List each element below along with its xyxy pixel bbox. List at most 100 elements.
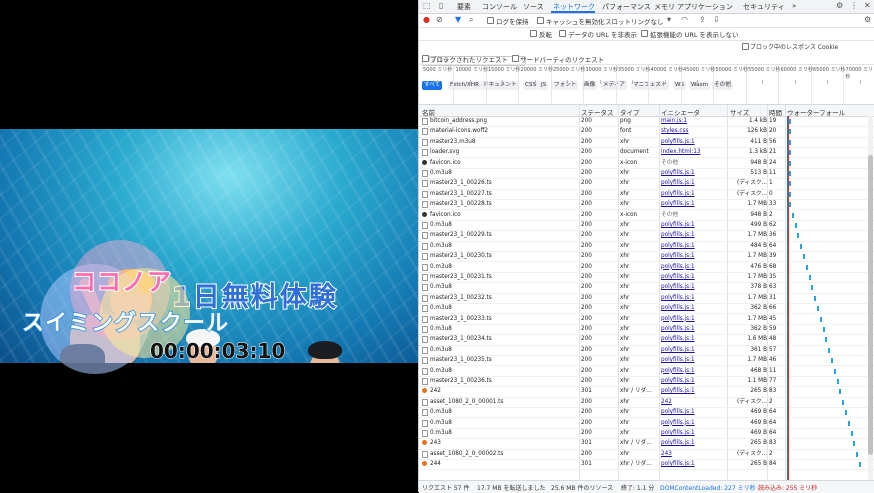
file-icon xyxy=(422,326,428,333)
row-initiator[interactable]: polyfills.js:1 xyxy=(661,168,729,178)
waterfall-bar xyxy=(848,421,850,426)
row-initiator[interactable]: polyfills.js:1 xyxy=(661,137,729,147)
waterfall-bar xyxy=(859,462,861,467)
timeline-gridline xyxy=(453,64,454,104)
timeline-activity-mark xyxy=(535,80,536,84)
row-initiator[interactable]: index.html:13 xyxy=(661,147,729,157)
row-initiator[interactable]: polyfills.js:1 xyxy=(661,334,729,344)
row-initiator[interactable]: polyfills.js:1 xyxy=(661,293,729,303)
file-icon xyxy=(422,430,428,437)
row-initiator[interactable]: polyfills.js:1 xyxy=(661,262,729,272)
row-type: xhr xyxy=(620,137,660,147)
device-toggle-icon[interactable]: ▯ xyxy=(439,1,443,11)
inspect-icon[interactable]: ⬚ xyxy=(423,1,431,11)
close-icon[interactable]: ✕ xyxy=(864,1,871,11)
row-initiator[interactable]: polyfills.js:1 xyxy=(661,189,729,199)
blocked-requests-checkbox[interactable] xyxy=(422,55,429,62)
tab-performance[interactable]: パフォーマンス xyxy=(602,2,651,12)
row-name: master23_1_00236.ts xyxy=(430,376,584,386)
download-icon[interactable]: ⇩ xyxy=(713,15,720,25)
table-row[interactable]: 244301xhr / リダ...polyfills.js:1265 B84 xyxy=(419,459,874,470)
row-initiator[interactable]: polyfills.js:1 xyxy=(661,428,729,438)
waterfall-bar xyxy=(809,275,811,280)
timeline-activity-mark xyxy=(437,80,438,84)
row-initiator[interactable]: polyfills.js:1 xyxy=(661,418,729,428)
row-initiator[interactable]: polyfills.js:1 xyxy=(661,355,729,365)
row-status: 200 xyxy=(581,397,621,407)
row-initiator[interactable]: polyfills.js:1 xyxy=(661,230,729,240)
row-initiator[interactable]: polyfills.js:1 xyxy=(661,345,729,355)
tab-memory[interactable]: メモリ xyxy=(654,2,675,12)
blocked-cookies-checkbox[interactable] xyxy=(742,43,749,50)
row-name: 0.m3u8 xyxy=(430,418,584,428)
row-size: (ディスク... xyxy=(729,178,767,188)
row-initiator[interactable]: polyfills.js:1 xyxy=(661,366,729,376)
row-initiator[interactable]: polyfills.js:1 xyxy=(661,314,729,324)
row-initiator[interactable]: 243 xyxy=(661,449,729,459)
third-party-checkbox[interactable] xyxy=(512,55,519,62)
status-resources: 25.6 MB 件のリソース xyxy=(551,483,613,492)
row-size: 469 B xyxy=(729,418,767,428)
row-status: 200 xyxy=(581,230,621,240)
tab-console[interactable]: コンソール xyxy=(482,2,517,12)
row-size: 499 B xyxy=(729,220,767,230)
request-list[interactable]: bitcoin_address.png200pngmain.js:11.4 kB… xyxy=(419,116,874,480)
row-name: master23_1_00233.ts xyxy=(430,314,584,324)
row-initiator[interactable]: polyfills.js:1 xyxy=(661,407,729,417)
row-initiator[interactable]: polyfills.js:1 xyxy=(661,251,729,261)
filter-icon[interactable]: ▼ xyxy=(455,15,461,25)
devtools-panel: ⬚ ▯ 要素 コンソール ソース ネットワーク パフォーマンス メモリ アプリケ… xyxy=(418,0,874,492)
row-name: master23_1_00230.ts xyxy=(430,251,584,261)
row-initiator[interactable]: polyfills.js:1 xyxy=(661,220,729,230)
row-initiator[interactable]: polyfills.js:1 xyxy=(661,272,729,282)
row-initiator[interactable]: polyfills.js:1 xyxy=(661,376,729,386)
tab-sources[interactable]: ソース xyxy=(523,2,544,12)
row-initiator[interactable]: polyfills.js:1 xyxy=(661,324,729,334)
row-initiator[interactable]: polyfills.js:1 xyxy=(661,178,729,188)
row-initiator[interactable]: polyfills.js:1 xyxy=(661,241,729,251)
timeline-tick-label: 30000 ミリ秒 xyxy=(586,66,619,73)
row-time: 45 xyxy=(769,314,787,324)
row-initiator[interactable]: polyfills.js:1 xyxy=(661,199,729,209)
preserve-log-checkbox[interactable] xyxy=(487,17,494,24)
throttle-select[interactable]: スロットリングなし xyxy=(605,16,664,26)
hide-ext-urls-checkbox[interactable] xyxy=(641,30,648,37)
row-initiator[interactable]: styles.css xyxy=(661,126,729,136)
network-settings-icon[interactable]: ⚙ xyxy=(864,15,871,25)
row-time: 59 xyxy=(769,324,787,334)
tab-elements[interactable]: 要素 xyxy=(457,2,471,12)
row-initiator[interactable]: polyfills.js:1 xyxy=(661,459,729,469)
row-type: x-icon xyxy=(620,210,660,220)
tab-security[interactable]: セキュリティ xyxy=(743,2,785,12)
more-options-icon[interactable]: ⋮ xyxy=(850,1,858,11)
row-initiator[interactable]: main.js:1 xyxy=(661,116,729,126)
row-time: 66 xyxy=(769,303,787,313)
row-initiator[interactable]: polyfills.js:1 xyxy=(661,386,729,396)
row-initiator[interactable]: その他 xyxy=(661,158,729,168)
row-size: 265 B xyxy=(729,386,767,396)
row-initiator[interactable]: polyfills.js:1 xyxy=(661,303,729,313)
record-icon[interactable]: ● xyxy=(423,15,430,25)
scrollbar-thumb[interactable] xyxy=(868,155,873,455)
row-initiator[interactable]: polyfills.js:1 xyxy=(661,282,729,292)
row-type: xhr / リダ... xyxy=(620,386,660,396)
row-initiator[interactable]: 242 xyxy=(661,397,729,407)
tab-more[interactable]: » xyxy=(792,2,796,10)
disable-cache-checkbox[interactable] xyxy=(537,17,544,24)
row-initiator[interactable]: その他 xyxy=(661,210,729,220)
wifi-icon[interactable]: ◠ xyxy=(681,15,688,25)
row-status: 200 xyxy=(581,282,621,292)
row-time: 33 xyxy=(769,199,787,209)
row-initiator[interactable]: polyfills.js:1 xyxy=(661,438,729,448)
hide-data-urls-checkbox[interactable] xyxy=(559,30,566,37)
chevron-down-icon[interactable]: ▾ xyxy=(667,15,671,25)
search-icon[interactable]: ⌕ xyxy=(469,15,473,25)
row-type: xhr xyxy=(620,168,660,178)
tab-application[interactable]: アプリケーション xyxy=(677,2,733,12)
row-status: 200 xyxy=(581,199,621,209)
file-icon xyxy=(422,357,428,364)
clear-icon[interactable]: ⊘ xyxy=(436,15,443,25)
invert-checkbox[interactable] xyxy=(530,30,537,37)
upload-icon[interactable]: ⇪ xyxy=(699,15,706,25)
settings-icon[interactable]: ⚙ xyxy=(836,1,843,11)
